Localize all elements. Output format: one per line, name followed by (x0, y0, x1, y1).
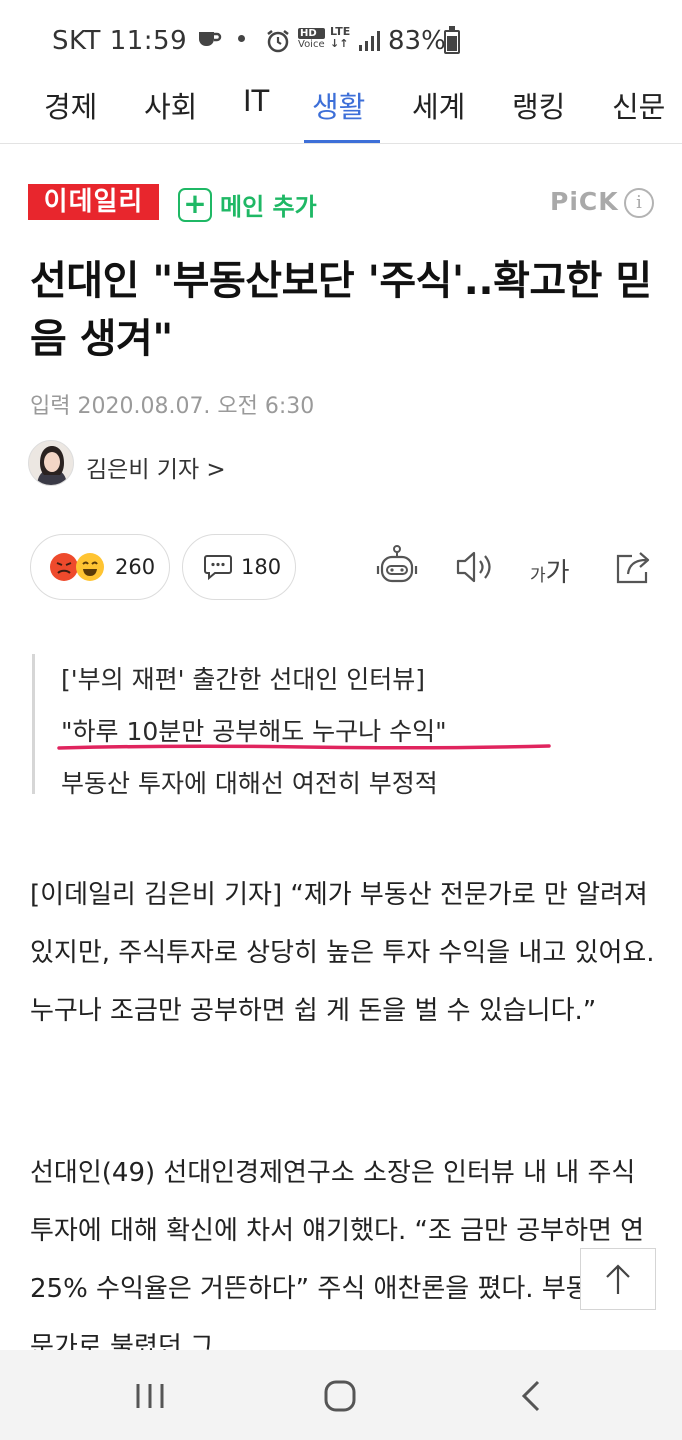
reporter-link[interactable]: 김은비 기자 > (86, 450, 226, 484)
scroll-to-top-button[interactable] (580, 1248, 656, 1310)
battery-level (447, 36, 457, 51)
tab-it[interactable]: IT (243, 84, 269, 118)
article-summary: ['부의 재편' 출간한 선대인 인터뷰] "하루 10분만 공부해도 누구나 … (32, 654, 632, 798)
reporter-avatar[interactable] (28, 440, 74, 486)
comment-icon (204, 555, 232, 581)
comment-count: 180 (241, 555, 282, 579)
category-tabs: 경제 사회 IT 생활 세계 랭킹 신문 (0, 80, 682, 144)
article-datetime: 입력 2020.08.07. 오전 6:30 (30, 394, 315, 419)
carrier: SKT (52, 26, 101, 56)
summary-line-highlighted: "하루 10분만 공부해도 누구나 수익" (57, 706, 632, 758)
status-notification-icons (196, 26, 245, 50)
lte-indicator: LTE ↓↑ (330, 26, 350, 50)
android-nav-bar (0, 1350, 682, 1440)
highlight-underline (57, 744, 551, 750)
signal-icon (359, 31, 380, 51)
coffee-icon (199, 32, 222, 46)
tab-newspaper[interactable]: 신문 (612, 84, 665, 126)
reaction-count: 260 (115, 555, 156, 579)
volte-indicator: HD Voice (298, 28, 325, 50)
reaction-button[interactable]: 260 (30, 534, 170, 600)
summary-line: 부동산 투자에 대해선 여전히 부정적 (61, 769, 438, 798)
tab-life[interactable]: 생활 (312, 84, 365, 126)
active-tab-indicator (304, 140, 380, 143)
status-bar: SKT 11:59 HD Voice LTE ↓↑ 83% (0, 0, 682, 80)
font-size-large-glyph: 가 (545, 558, 570, 588)
pick-badge: PiCK (550, 187, 619, 216)
data-arrows-icon: ↓↑ (330, 37, 349, 50)
recent-apps-icon[interactable] (130, 1376, 170, 1416)
add-main-button[interactable]: + 메인 추가 (178, 187, 317, 222)
tab-world[interactable]: 세계 (412, 84, 465, 126)
robot-read-aloud-icon[interactable] (374, 544, 420, 590)
article-paragraph: 선대인(49) 선대인경제연구소 소장은 인터뷰 내 내 주식 투자에 대해 확… (30, 1158, 646, 1362)
article-headline: 선대인 "부동산보단 '주식'..확고한 믿음 생겨" (30, 258, 652, 362)
highlighted-quote-text: "하루 10분만 공부해도 누구나 수익" (61, 717, 447, 746)
tab-ranking[interactable]: 랭킹 (512, 84, 565, 126)
article-paragraph: [이데일리 김은비 기자] “제가 부동산 전문가로 만 알려져 있지만, 주식… (30, 880, 655, 1026)
highlighted-quote: "하루 10분만 공부해도 누구나 수익" (57, 706, 551, 758)
back-icon[interactable] (512, 1376, 552, 1416)
battery-percent: 83% (388, 26, 446, 56)
summary-line: ['부의 재편' 출간한 선대인 인터뷰] (61, 665, 426, 694)
info-icon[interactable]: i (624, 188, 654, 218)
tab-economy[interactable]: 경제 (44, 84, 97, 126)
font-size-button[interactable]: 가가 (530, 552, 570, 589)
font-size-small-glyph: 가 (530, 566, 546, 586)
voice-label: Voice (298, 39, 325, 50)
tab-society[interactable]: 사회 (144, 84, 197, 126)
speaker-icon[interactable] (452, 544, 498, 590)
share-icon[interactable] (610, 544, 656, 590)
dot-icon (238, 34, 245, 42)
avatar-portrait (29, 441, 73, 485)
press-logo[interactable]: 이데일리 (28, 184, 159, 220)
alarm-icon (267, 30, 289, 53)
clock: 11:59 (109, 26, 188, 56)
hd-label: HD (298, 28, 325, 39)
arrow-up-icon (606, 1264, 630, 1294)
add-main-label: 메인 추가 (220, 193, 317, 221)
status-carrier-time: SKT 11:59 (52, 26, 187, 56)
laugh-emoji-icon (76, 553, 104, 581)
home-icon[interactable] (320, 1376, 360, 1416)
battery-icon (444, 26, 460, 54)
plus-icon: + (178, 187, 212, 222)
comment-button[interactable]: 180 (182, 534, 296, 600)
